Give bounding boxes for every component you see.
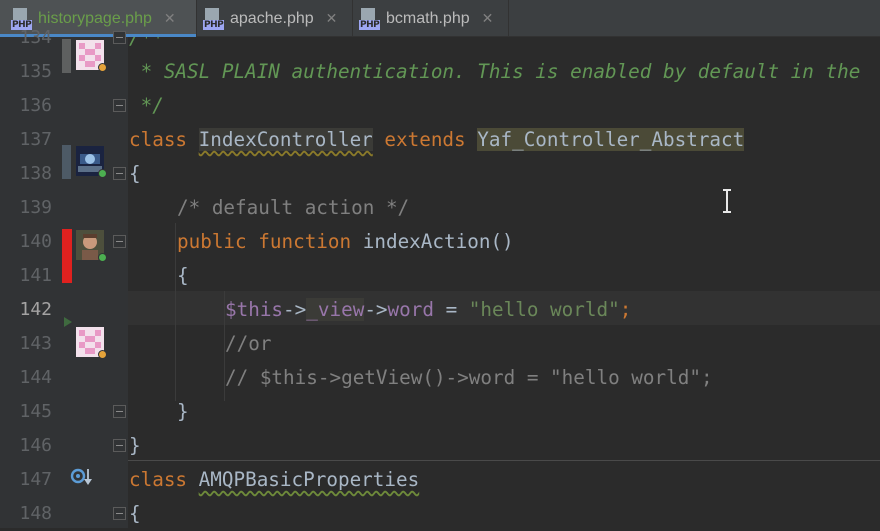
run-arrow-icon[interactable] (62, 316, 74, 328)
code-line: { (129, 502, 141, 525)
php-file-icon: PHP (359, 7, 381, 30)
line-number: 136 (19, 95, 52, 116)
code-line: * SASL PLAIN authentication. This is ena… (129, 60, 861, 83)
text-cursor-icon (723, 189, 731, 213)
line-number: 140 (19, 231, 52, 252)
keyword: class (129, 128, 188, 151)
code-line: { (177, 264, 189, 287)
operator: -> (283, 298, 307, 321)
fold-expand-icon[interactable] (113, 439, 126, 452)
line-number: 145 (19, 401, 52, 422)
fold-collapse-icon[interactable] (113, 31, 126, 44)
operator: -> (364, 298, 388, 321)
code-line: // $this->getView()->word = "hello world… (225, 366, 713, 389)
code-line: */ (129, 94, 164, 117)
variable[interactable]: $this (225, 298, 283, 321)
code-line: /* default action */ (177, 196, 410, 219)
author-avatar[interactable] (76, 40, 107, 72)
code-line: class IndexController extends Yaf_Contro… (129, 123, 745, 157)
semicolon: ; (619, 298, 632, 321)
vcs-change-marker[interactable] (62, 39, 71, 73)
line-number: 134 (19, 27, 52, 48)
class-name[interactable]: IndexController (198, 128, 373, 151)
tab-divider (508, 0, 509, 37)
line-number: 143 (19, 333, 52, 354)
implemented-icon[interactable] (70, 466, 94, 488)
line-number: 146 (19, 435, 52, 456)
keyword: extends (384, 128, 466, 151)
fold-collapse-icon[interactable] (113, 235, 126, 248)
code-line: /** (129, 37, 164, 49)
fold-collapse-icon[interactable] (113, 167, 126, 180)
editor-tab-bar: PHP historypage.php ✕ PHP apache.php ✕ P… (0, 0, 880, 37)
line-number: 141 (19, 265, 52, 286)
string-literal: "hello world" (468, 298, 620, 321)
php-file-icon: PHP (203, 7, 225, 30)
code-line: class AMQPBasicProperties (129, 463, 419, 497)
line-number: 147 (19, 469, 52, 490)
online-dot-icon (98, 169, 107, 178)
fold-expand-icon[interactable] (113, 99, 126, 112)
code-line: } (129, 434, 141, 457)
vcs-modified-marker[interactable] (62, 229, 72, 283)
parent-class-name[interactable]: Yaf_Controller_Abstract (477, 128, 745, 151)
fold-collapse-icon[interactable] (113, 507, 126, 520)
keyword: function (258, 230, 352, 253)
tab-bcmath[interactable]: PHP bcmath.php ✕ (353, 0, 508, 37)
tab-label: apache.php (230, 9, 314, 27)
online-dot-icon (98, 253, 107, 262)
close-icon[interactable]: ✕ (482, 11, 494, 27)
author-avatar[interactable] (76, 146, 107, 178)
field-name[interactable]: _view (306, 298, 365, 321)
method-separator (128, 460, 880, 461)
operator: = (433, 298, 469, 321)
tab-apache[interactable]: PHP apache.php ✕ (197, 0, 352, 37)
line-number: 137 (19, 129, 52, 150)
line-number: 138 (19, 163, 52, 184)
fold-expand-icon[interactable] (113, 405, 126, 418)
line-number: 135 (19, 61, 52, 82)
keyword: class (129, 468, 188, 491)
status-dot-icon (98, 350, 107, 359)
author-avatar[interactable] (76, 327, 107, 359)
tab-label: bcmath.php (386, 9, 470, 27)
vcs-change-marker[interactable] (62, 145, 71, 179)
method-name[interactable]: indexAction() (363, 230, 514, 253)
editor-gutter[interactable]: 134 135 136 137 138 139 140 141 142 143 … (0, 27, 128, 528)
author-avatar[interactable] (76, 230, 107, 262)
indent-guide (175, 223, 176, 401)
line-number: 144 (19, 367, 52, 388)
keyword: public (177, 230, 247, 253)
tab-label: historypage.php (38, 9, 152, 27)
close-icon[interactable]: ✕ (164, 11, 176, 27)
code-line: //or (225, 332, 272, 355)
code-line: $this->_view->word = "hello world"; (225, 293, 631, 327)
close-icon[interactable]: ✕ (326, 11, 338, 27)
property-name[interactable]: word (388, 298, 434, 321)
code-line: } (177, 400, 189, 423)
line-number-current: 142 (19, 299, 52, 320)
line-number: 139 (19, 197, 52, 218)
line-number: 148 (19, 503, 52, 524)
code-line: { (129, 162, 141, 185)
code-editor[interactable]: /** * SASL PLAIN authentication. This is… (128, 37, 880, 528)
class-name[interactable]: AMQPBasicProperties (199, 468, 420, 491)
status-dot-icon (98, 63, 107, 72)
code-line: public function indexAction() (177, 225, 514, 259)
